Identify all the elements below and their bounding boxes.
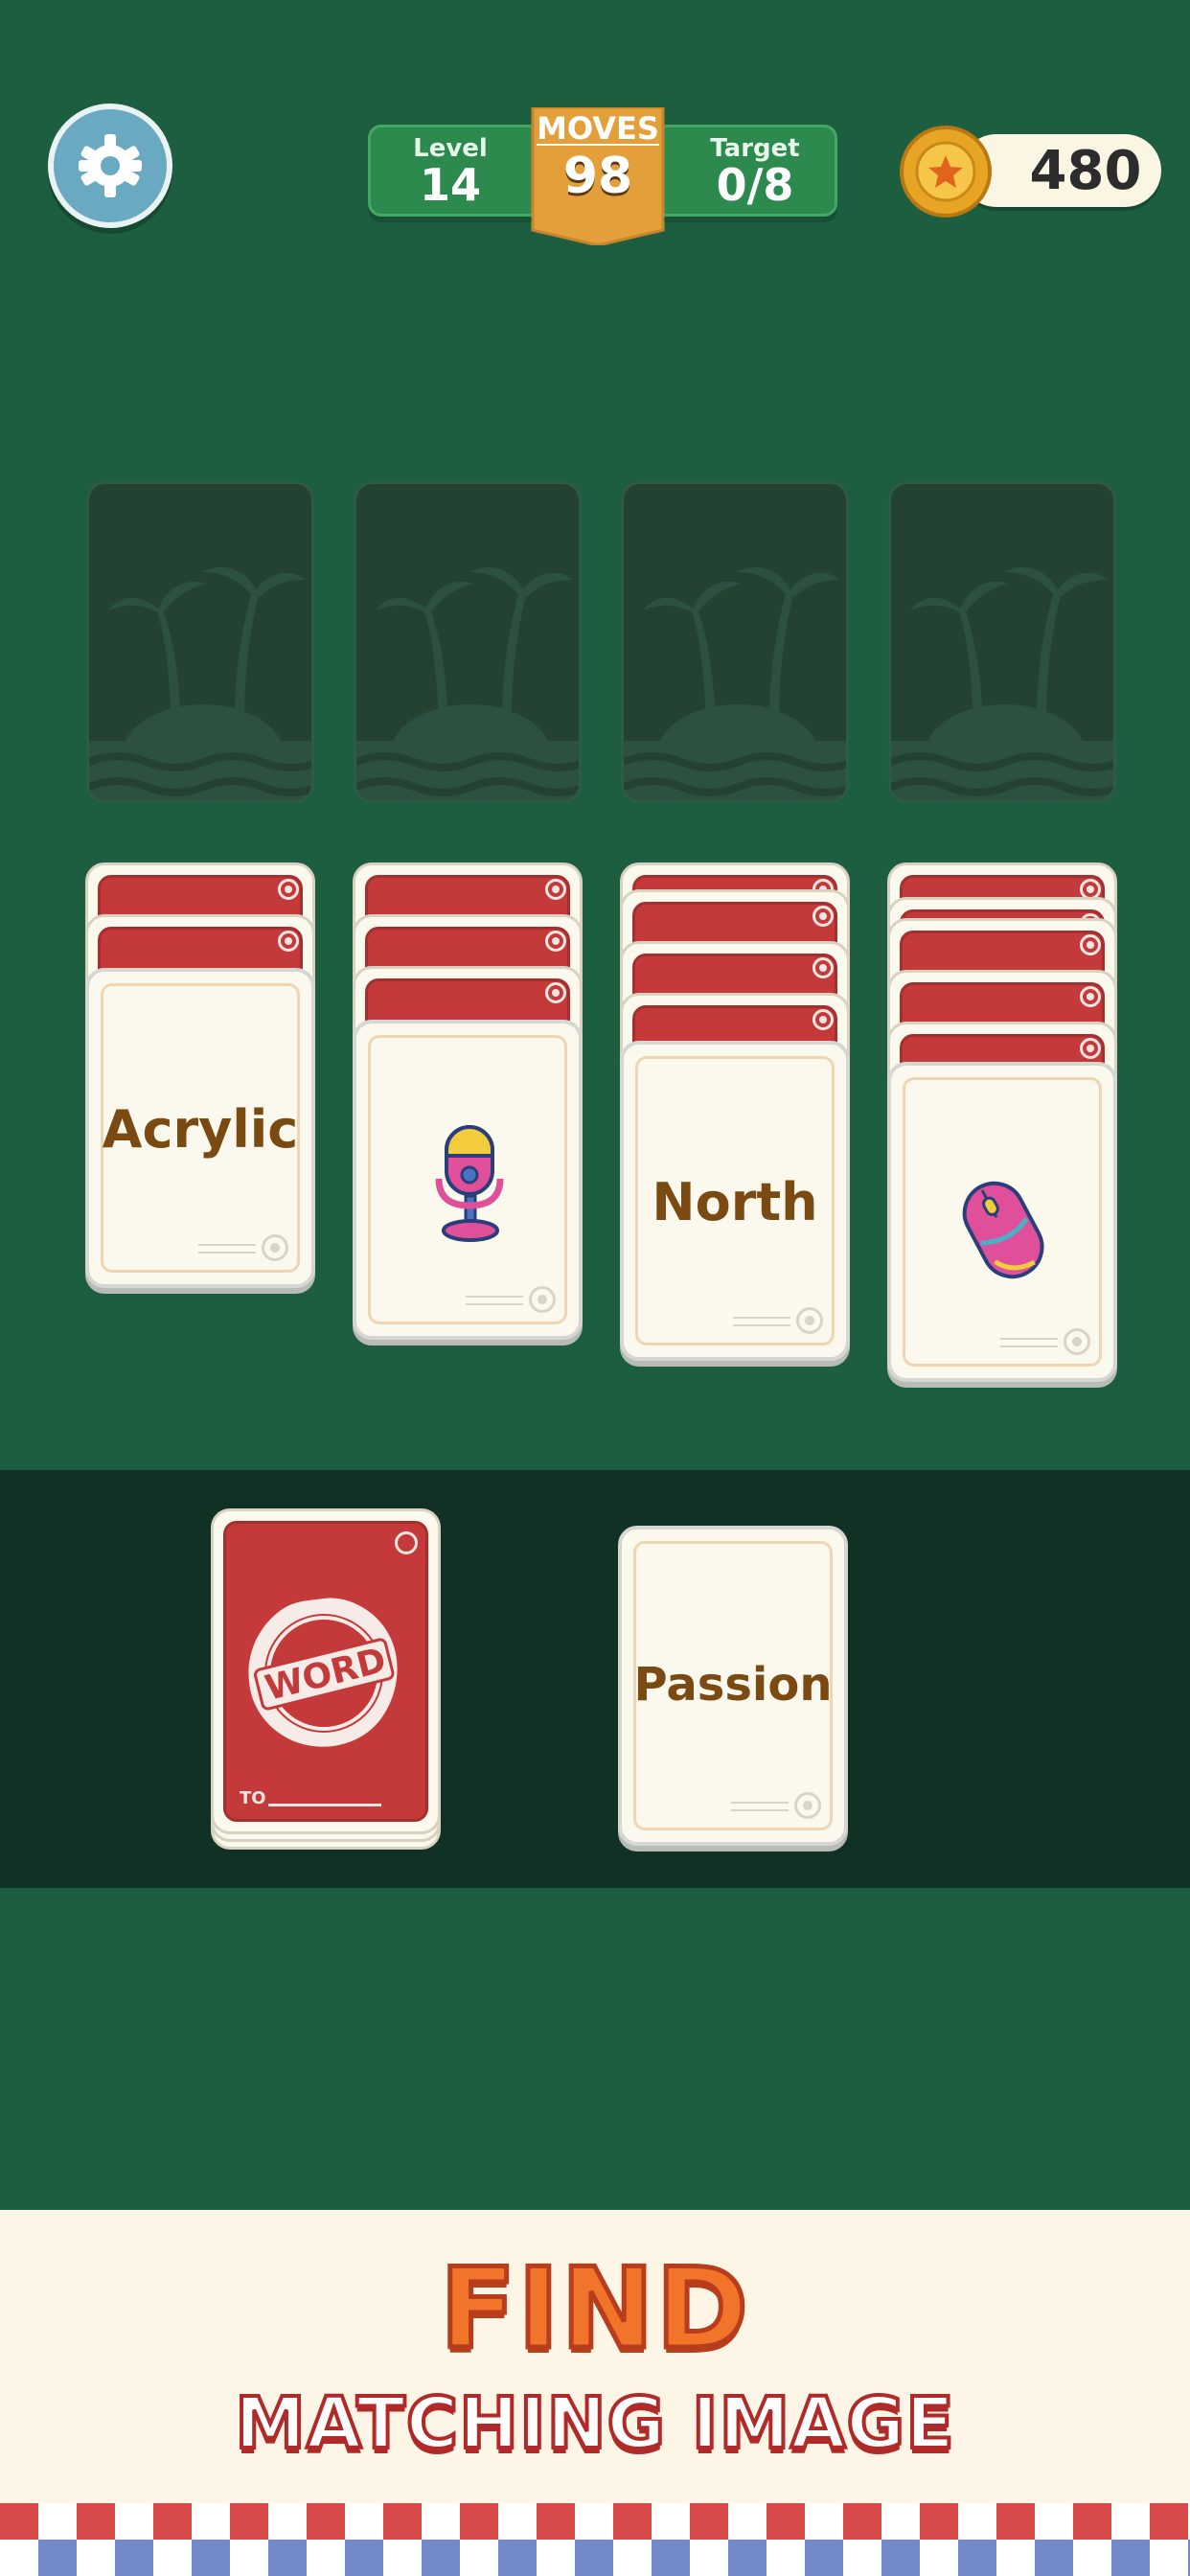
card-word: North xyxy=(652,1172,818,1232)
moves-banner: MOVES 98 xyxy=(529,107,667,245)
settings-button[interactable] xyxy=(48,104,172,228)
card-word: Acrylic xyxy=(102,1099,299,1160)
stock-area xyxy=(0,1470,1190,1888)
foundation-slot[interactable] xyxy=(621,481,849,803)
stock-pile[interactable]: WORD TO xyxy=(211,1508,441,1834)
waste-card[interactable]: Passion xyxy=(618,1526,848,1846)
moves-value: 98 xyxy=(562,148,633,205)
checkered-border xyxy=(0,2503,1190,2576)
banner-title: FIND xyxy=(438,2244,751,2374)
island-icon xyxy=(356,566,579,800)
island-icon xyxy=(89,566,311,800)
target-value: 0/8 xyxy=(716,159,794,211)
level-label: Level xyxy=(413,134,488,163)
corner-dot-icon xyxy=(395,1531,418,1554)
foundation-slot[interactable] xyxy=(86,481,314,803)
word-card[interactable]: Acrylic xyxy=(85,968,315,1288)
island-icon xyxy=(891,566,1113,800)
island-icon xyxy=(624,566,846,800)
coin-icon xyxy=(900,126,992,218)
microphone-icon xyxy=(435,1125,504,1242)
foundation-slot[interactable] xyxy=(354,481,582,803)
target-label: Target xyxy=(710,134,800,163)
word-card[interactable]: North xyxy=(620,1041,850,1361)
coin-value: 480 xyxy=(1029,140,1142,202)
to-line xyxy=(268,1804,381,1806)
banner-subtitle: MATCHING IMAGE xyxy=(233,2382,956,2465)
foundation-slot[interactable] xyxy=(888,481,1116,803)
gear-icon xyxy=(79,134,142,197)
to-label: TO xyxy=(240,1788,266,1808)
image-card[interactable] xyxy=(353,1020,583,1340)
moves-label: MOVES xyxy=(537,110,659,147)
level-value: 14 xyxy=(419,159,481,211)
computer-mouse-icon xyxy=(962,1181,1044,1279)
card-word: Passion xyxy=(633,1658,833,1712)
image-card[interactable] xyxy=(887,1062,1117,1382)
